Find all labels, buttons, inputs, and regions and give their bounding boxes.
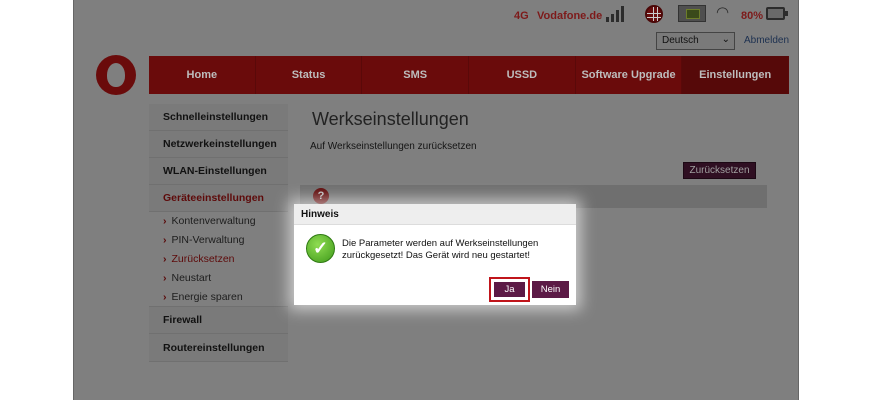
tab-status[interactable]: Status [256, 56, 363, 94]
chevron-right-icon: › [163, 253, 167, 265]
tab-software-upgrade[interactable]: Software Upgrade [576, 56, 683, 94]
sidebar-item-account-management[interactable]: › Kontenverwaltung [149, 212, 288, 231]
reset-button[interactable]: Zurücksetzen [683, 162, 756, 179]
sidebar-item-restart[interactable]: › Neustart [149, 269, 288, 288]
help-icon: ? [313, 188, 329, 204]
chevron-right-icon: › [163, 234, 167, 246]
logout-link[interactable]: Abmelden [744, 35, 789, 46]
router-admin-page: 4G Vodafone.de ◠ 80% Deutsch ⌄ Abmelden … [73, 0, 799, 400]
page-title: Werkseinstellungen [312, 109, 469, 129]
battery-percent: 80% [741, 10, 764, 22]
dialog-message: Die Parameter werden auf Werkseinstellun… [342, 238, 539, 261]
battery-icon [766, 7, 788, 20]
tab-home[interactable]: Home [149, 56, 256, 94]
page-subtitle: Auf Werkseinstellungen zurücksetzen [310, 141, 477, 152]
sidebar-item-router-settings[interactable]: Routereinstellungen [149, 334, 288, 362]
sidebar-item-label: Neustart [171, 272, 212, 284]
signal-bars-icon [606, 6, 626, 22]
language-select[interactable]: Deutsch ⌄ [656, 32, 735, 50]
vodafone-logo [96, 55, 136, 95]
yes-button[interactable]: Ja [494, 282, 525, 297]
wifi-icon: ◠ [716, 4, 730, 21]
sidebar-item-label: Energie sparen [171, 291, 243, 303]
sidebar-item-label: Zurücksetzen [171, 253, 235, 265]
chevron-right-icon: › [163, 291, 167, 303]
checkmark-icon: ✓ [306, 234, 335, 263]
operator-label: Vodafone.de [537, 10, 603, 22]
globe-icon [645, 5, 663, 23]
sidebar-item-quick-settings[interactable]: Schnelleinstellungen [149, 104, 288, 131]
tab-ussd[interactable]: USSD [469, 56, 576, 94]
yes-button-highlight: Ja [489, 277, 530, 302]
status-bar: 4G Vodafone.de ◠ 80% [74, 0, 800, 30]
confirm-dialog: Hinweis ✓ Die Parameter werden auf Werks… [294, 204, 576, 305]
sidebar-item-device-settings[interactable]: Geräteeinstellungen [149, 185, 288, 212]
sim-card-icon [678, 5, 706, 22]
main-nav: Home Status SMS USSD Software Upgrade Ei… [149, 56, 790, 94]
chevron-right-icon: › [163, 215, 167, 227]
sidebar-item-reset[interactable]: › Zurücksetzen [149, 250, 288, 269]
no-button[interactable]: Nein [532, 281, 569, 298]
sidebar-item-label: PIN-Verwaltung [171, 234, 245, 246]
tab-sms[interactable]: SMS [362, 56, 470, 94]
sidebar-item-label: Kontenverwaltung [171, 215, 256, 227]
sidebar-item-pin-management[interactable]: › PIN-Verwaltung [149, 231, 288, 250]
sidebar-item-wlan-settings[interactable]: WLAN-Einstellungen [149, 158, 288, 185]
tab-settings[interactable]: Einstellungen [682, 56, 790, 94]
settings-sidebar: Schnelleinstellungen Netzwerkeinstellung… [149, 104, 288, 362]
language-select-value: Deutsch [662, 35, 699, 46]
sidebar-item-firewall[interactable]: Firewall [149, 307, 288, 334]
dialog-title: Hinweis [294, 204, 576, 225]
chevron-down-icon: ⌄ [721, 34, 730, 45]
network-type-label: 4G [514, 10, 529, 22]
sidebar-item-power-saving[interactable]: › Energie sparen [149, 288, 288, 307]
chevron-right-icon: › [163, 272, 167, 284]
sidebar-item-network-settings[interactable]: Netzwerkeinstellungen [149, 131, 288, 158]
